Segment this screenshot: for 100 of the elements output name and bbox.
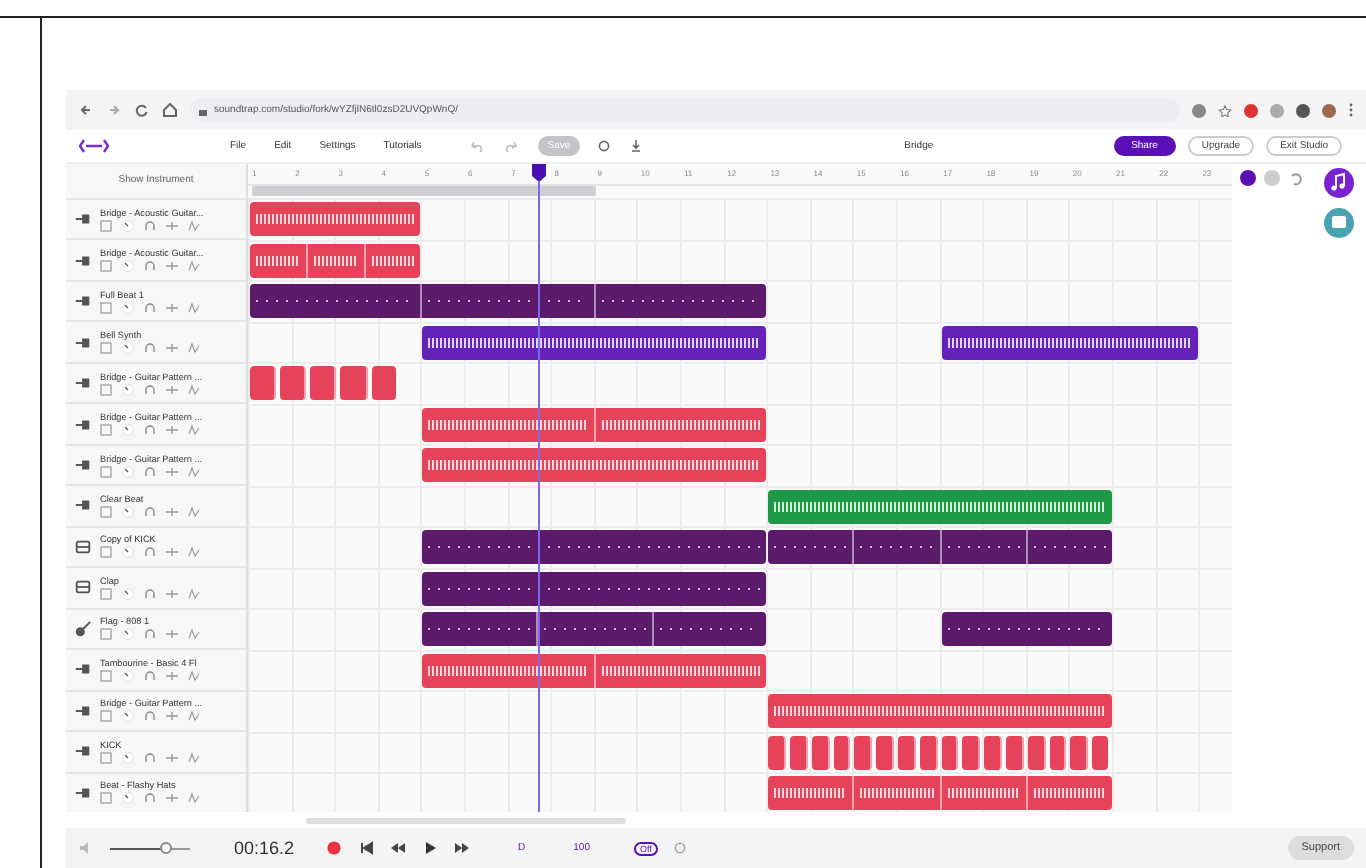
mute-icon[interactable]	[100, 465, 112, 478]
pan-icon[interactable]	[166, 587, 178, 600]
pan-icon[interactable]	[166, 751, 178, 764]
mute-icon[interactable]	[100, 505, 112, 518]
headphones-icon[interactable]	[144, 301, 156, 314]
mute-icon[interactable]	[100, 424, 112, 437]
pan-icon[interactable]	[166, 301, 178, 314]
extension-icon[interactable]	[1192, 103, 1206, 117]
headphones-icon[interactable]	[144, 792, 156, 805]
audio-clip[interactable]	[422, 653, 767, 687]
volume-knob[interactable]	[122, 383, 134, 396]
pan-icon[interactable]	[166, 669, 178, 682]
headphones-icon[interactable]	[144, 260, 156, 273]
headphones-icon[interactable]	[144, 710, 156, 723]
chat-icon[interactable]	[1324, 208, 1354, 238]
audio-clip[interactable]	[768, 694, 1112, 728]
audio-clip[interactable]	[422, 325, 767, 359]
forward-icon[interactable]	[106, 102, 122, 118]
home-icon[interactable]	[162, 102, 178, 118]
audio-clip[interactable]	[422, 448, 767, 482]
midi-clip[interactable]	[250, 284, 767, 318]
pan-icon[interactable]	[166, 792, 178, 805]
automation-icon[interactable]	[188, 219, 200, 232]
mute-icon[interactable]	[100, 792, 112, 805]
record-button[interactable]	[326, 840, 343, 856]
headphones-icon[interactable]	[144, 546, 156, 559]
automation-icon[interactable]	[188, 669, 200, 682]
audio-clip[interactable]	[250, 243, 421, 277]
headphones-icon[interactable]	[144, 751, 156, 764]
star-icon[interactable]	[1218, 103, 1232, 117]
midi-clip[interactable]	[422, 612, 767, 646]
redo-icon[interactable]	[501, 140, 518, 152]
more-icon[interactable]	[1348, 102, 1354, 118]
beat-clip[interactable]	[250, 366, 400, 400]
volume-knob[interactable]	[122, 219, 134, 232]
play-icon[interactable]	[422, 840, 439, 856]
automation-icon[interactable]	[188, 342, 200, 355]
volume-knob[interactable]	[122, 260, 134, 273]
pan-icon[interactable]	[166, 424, 178, 437]
volume-knob[interactable]	[122, 710, 134, 723]
volume-knob[interactable]	[122, 505, 134, 518]
automation-icon[interactable]	[188, 301, 200, 314]
volume-knob[interactable]	[122, 628, 134, 641]
midi-clip[interactable]	[422, 571, 767, 605]
rewind-icon[interactable]	[390, 840, 407, 856]
skip-to-start-icon[interactable]	[358, 840, 375, 856]
pan-icon[interactable]	[166, 546, 178, 559]
avatar-icon[interactable]	[1322, 103, 1336, 117]
automation-icon[interactable]	[188, 710, 200, 723]
audio-clip[interactable]	[768, 776, 1112, 810]
mute-icon[interactable]	[100, 546, 112, 559]
midi-clip[interactable]	[422, 530, 767, 564]
mute-icon[interactable]	[100, 669, 112, 682]
headphones-icon[interactable]	[144, 505, 156, 518]
mute-icon[interactable]	[100, 628, 112, 641]
beat-clip[interactable]	[768, 735, 1112, 769]
volume-knob[interactable]	[122, 669, 134, 682]
pan-icon[interactable]	[166, 260, 178, 273]
headphones-icon[interactable]	[144, 383, 156, 396]
mute-icon[interactable]	[100, 587, 112, 600]
automation-icon[interactable]	[188, 751, 200, 764]
headphones-icon[interactable]	[144, 342, 156, 355]
download-icon[interactable]	[628, 140, 645, 152]
pan-icon[interactable]	[166, 710, 178, 723]
automation-icon[interactable]	[188, 465, 200, 478]
mute-icon[interactable]	[100, 710, 112, 723]
pan-icon[interactable]	[166, 505, 178, 518]
audio-clip[interactable]	[250, 202, 421, 236]
speaker-icon[interactable]	[78, 840, 94, 856]
volume-knob[interactable]	[122, 546, 134, 559]
volume-knob[interactable]	[122, 792, 134, 805]
pan-icon[interactable]	[166, 219, 178, 232]
volume-knob[interactable]	[122, 751, 134, 764]
fast-forward-icon[interactable]	[454, 840, 471, 856]
pan-icon[interactable]	[166, 383, 178, 396]
automation-icon[interactable]	[188, 260, 200, 273]
automation-icon[interactable]	[188, 628, 200, 641]
audio-clip[interactable]	[768, 489, 1112, 523]
headphones-icon[interactable]	[144, 669, 156, 682]
midi-clip[interactable]	[941, 612, 1112, 646]
automation-icon[interactable]	[188, 383, 200, 396]
pan-icon[interactable]	[166, 628, 178, 641]
headphones-icon[interactable]	[144, 628, 156, 641]
automation-icon[interactable]	[188, 587, 200, 600]
pan-icon[interactable]	[166, 342, 178, 355]
music-note-icon[interactable]	[1324, 168, 1354, 198]
volume-knob[interactable]	[122, 342, 134, 355]
undo-icon[interactable]	[1288, 170, 1304, 186]
automation-icon[interactable]	[188, 424, 200, 437]
headphones-icon[interactable]	[144, 424, 156, 437]
volume-knob[interactable]	[122, 301, 134, 314]
automation-icon[interactable]	[188, 505, 200, 518]
mute-icon[interactable]	[100, 219, 112, 232]
mute-icon[interactable]	[100, 751, 112, 764]
midi-clip[interactable]	[768, 530, 1112, 564]
headphones-icon[interactable]	[144, 219, 156, 232]
mute-icon[interactable]	[100, 342, 112, 355]
reload-icon[interactable]	[134, 102, 150, 118]
mute-icon[interactable]	[100, 260, 112, 273]
horizontal-scrollbar[interactable]	[306, 817, 626, 823]
